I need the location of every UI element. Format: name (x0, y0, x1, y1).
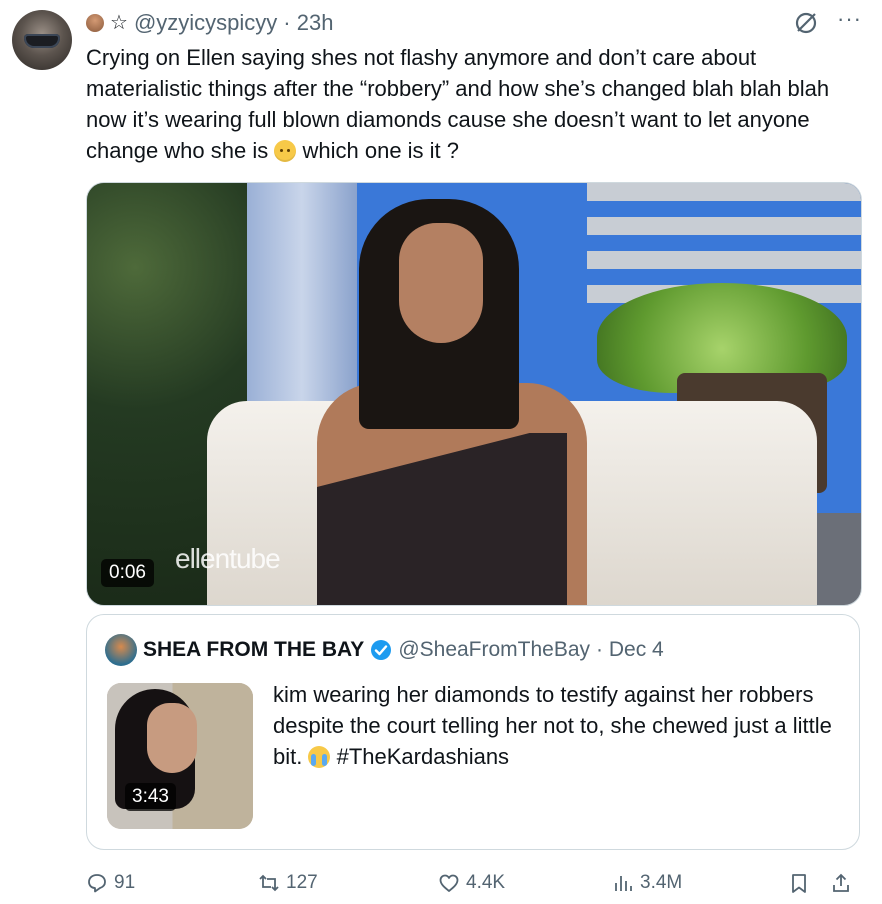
pensive-face-emoji-icon (274, 140, 297, 162)
quoted-tweet-text: kim wearing her diamonds to testify agai… (273, 679, 833, 772)
hashtag-link[interactable]: #TheKardashians (337, 744, 509, 769)
grok-icon[interactable] (793, 10, 819, 36)
views-button[interactable]: 3.4M (612, 868, 682, 898)
status-emoji-icon (86, 14, 104, 32)
quoted-video-thumbnail[interactable]: 3:43 (107, 683, 253, 829)
repost-button[interactable]: 127 (258, 868, 318, 898)
like-button[interactable]: 4.4K (438, 868, 505, 898)
author-handle[interactable]: @yzyicyspicyy (134, 10, 277, 36)
crying-face-emoji-icon (308, 746, 331, 768)
repost-count: 127 (286, 872, 318, 893)
quoted-author-name[interactable]: SHEA FROM THE BAY (143, 638, 364, 662)
quoted-tweet-date: · Dec 4 (596, 638, 664, 661)
share-button[interactable] (830, 868, 852, 898)
tweet-video[interactable]: ellentube 0:06 (86, 182, 862, 606)
quoted-author-handle[interactable]: @SheaFromTheBay (398, 638, 590, 662)
header-actions: ··· (793, 8, 862, 38)
more-icon[interactable]: ··· (837, 8, 862, 30)
video-duration: 0:06 (101, 559, 154, 587)
quoted-tweet-header: SHEA FROM THE BAY @SheaFromTheBay · Dec … (105, 634, 664, 666)
reply-count: 91 (114, 872, 136, 893)
quoted-tweet[interactable]: SHEA FROM THE BAY @SheaFromTheBay · Dec … (86, 614, 860, 850)
share-icon (833, 873, 849, 892)
quoted-video-duration: 3:43 (125, 783, 176, 811)
views-count: 3.4M (640, 872, 683, 893)
bookmark-icon (792, 874, 806, 893)
video-frame (87, 183, 861, 605)
action-bar: 91 127 4.4K 3.4M (86, 868, 858, 898)
bookmark-button[interactable] (788, 868, 810, 898)
quoted-author-avatar[interactable] (105, 634, 137, 666)
video-watermark: ellentube (175, 543, 281, 574)
reply-icon (88, 874, 106, 893)
tweet-header: ☆ @yzyicyspicyy · 23h (86, 8, 333, 38)
reply-button[interactable]: 91 (86, 868, 135, 898)
views-icon (615, 876, 632, 891)
tweet-time[interactable]: · 23h (283, 10, 333, 36)
tweet-text: Crying on Ellen saying shes not flashy a… (86, 42, 856, 166)
star-icon: ☆ (110, 12, 128, 34)
author-avatar[interactable] (12, 10, 72, 70)
verified-icon (371, 640, 392, 660)
like-icon (439, 874, 459, 892)
repost-icon (259, 874, 279, 892)
like-count: 4.4K (466, 872, 506, 893)
tweet-text-end: which one is it ? (302, 138, 460, 163)
